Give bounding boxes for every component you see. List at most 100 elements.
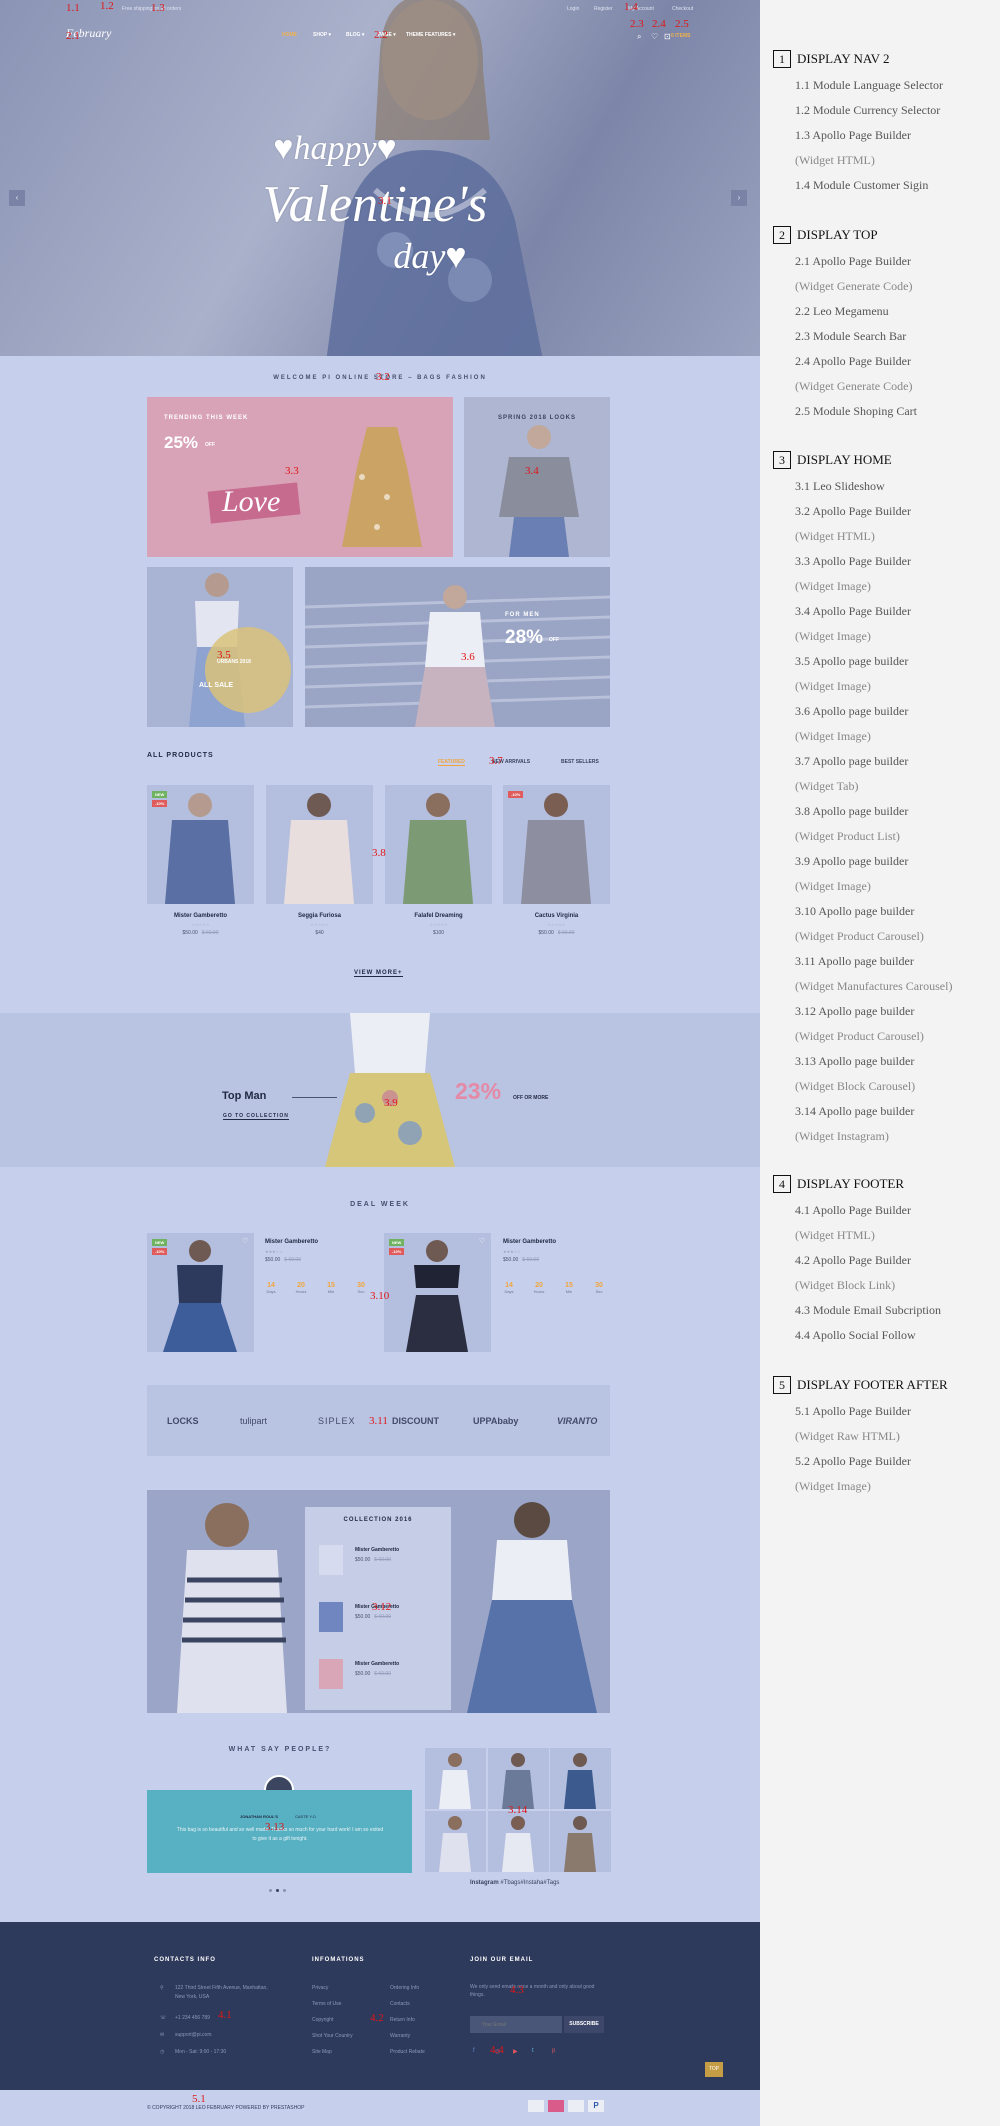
brand-logo[interactable]: LOCKS [167, 1416, 199, 1426]
annotation-label: 3.9 [384, 1097, 398, 1109]
footer-link[interactable]: Terms of Use [312, 2001, 341, 2007]
legend-item: 3.13 Apollo page builder [795, 1054, 915, 1068]
nav-blog[interactable]: BLOG ▾ [346, 32, 364, 38]
product-card[interactable]: -10% [503, 785, 610, 904]
cart-icon[interactable]: ⊡ [664, 32, 671, 41]
footer-email[interactable]: support@pi.com [175, 2032, 211, 2038]
legend-item-widget: (Widget Block Carousel) [795, 1079, 916, 1093]
product-name[interactable]: Mister Gamberetto [147, 913, 254, 919]
site-preview: Free shipping on all orders Login Regist… [0, 0, 760, 2126]
testimonial-dots[interactable] [269, 1879, 286, 1897]
instagram-caption[interactable]: Instagram #Tbags#Instaha#Tags [470, 1880, 559, 1886]
instagram-photo[interactable] [550, 1748, 611, 1809]
back-to-top-button[interactable]: TOP [705, 2062, 723, 2077]
banner-urbans[interactable]: URBANS 2018 ALL SALE [147, 567, 293, 727]
top-man-banner[interactable]: Top Man GO TO COLLECTION 23% OFF OR MORE [0, 1013, 760, 1167]
footer-link[interactable]: Contacts [390, 2001, 410, 2007]
search-icon[interactable]: ⌕ [637, 32, 641, 42]
banner-trending-suffix: OFF [205, 442, 215, 448]
checkout-link[interactable]: Checkout [672, 6, 693, 12]
dress-image [342, 427, 422, 547]
login-link[interactable]: Login [567, 6, 579, 12]
footer-link[interactable]: Privacy [312, 1985, 328, 1991]
legend-item: 3.14 Apollo page builder [795, 1104, 915, 1118]
annotation-label: 4.4 [490, 2044, 504, 2056]
deal-product-name[interactable]: Mister Gamberetto [503, 1239, 556, 1245]
brand-logo[interactable]: SIPLEX [318, 1416, 356, 1426]
heart-icon[interactable]: ♡ [651, 32, 658, 41]
legend-item-widget: (Widget Generate Code) [795, 279, 913, 293]
footer-link[interactable]: Warranty [390, 2033, 410, 2039]
slide-prev-button[interactable]: ‹ [9, 190, 25, 206]
collection-item-name[interactable]: Mister Gamberetto [355, 1661, 399, 1667]
legend-section-title: 3 DISPLAY HOME [773, 451, 892, 469]
view-more-link[interactable]: VIEW MORE+ [354, 970, 403, 977]
cart-count[interactable]: 0 ITEMS [671, 33, 690, 39]
pinterest-icon[interactable]: p [552, 2048, 555, 2054]
register-link[interactable]: Register [594, 6, 613, 12]
wishlist-heart-icon[interactable]: ♡ [479, 1237, 485, 1245]
footer-link[interactable]: Return Info [390, 2017, 415, 2023]
footer-link[interactable]: Shot Your Country [312, 2033, 353, 2039]
product-card[interactable] [266, 785, 373, 904]
deal-product-image[interactable]: NEW -10% ♡ [147, 1233, 254, 1352]
module-legend: 1 DISPLAY NAV 2 1.1 Module Language Select… [760, 0, 1000, 2126]
payment-card-icon [548, 2100, 564, 2112]
brand-logo[interactable]: VIRANTO [557, 1416, 597, 1426]
banner-spring[interactable]: SPRING 2018 LOOKS [464, 397, 610, 557]
legend-item: 2.5 Module Shoping Cart [795, 404, 917, 418]
nav-home[interactable]: HOME [282, 32, 297, 38]
collection-item[interactable]: Mister Gamberetto $50.00 $ 60.00 [305, 1533, 451, 1583]
footer-link[interactable]: Product Rebate [390, 2049, 425, 2055]
product-card[interactable] [385, 785, 492, 904]
collection-title: COLLECTION 2016 [343, 1517, 413, 1523]
instagram-photo[interactable] [488, 1811, 549, 1872]
footer-phone: +1 234 456 789 [175, 2015, 210, 2021]
legend-item-widget: (Widget Image) [795, 679, 871, 693]
banner-men[interactable]: FOR MEN 28% OFF [305, 567, 610, 727]
badge-new: NEW [389, 1239, 405, 1246]
instagram-photo[interactable] [425, 1811, 486, 1872]
twitter-icon[interactable]: t [532, 2048, 534, 2054]
instagram-photo[interactable] [425, 1748, 486, 1809]
annotation-label: 4.1 [218, 2009, 232, 2021]
nav-shop[interactable]: SHOP ▾ [313, 32, 331, 38]
legend-item: 3.9 Apollo page builder [795, 854, 909, 868]
product-name[interactable]: Cactus Virginia [503, 913, 610, 919]
deal-product-image[interactable]: NEW -10% ♡ [384, 1233, 491, 1352]
collection-item-name[interactable]: Mister Gamberetto [355, 1547, 399, 1553]
collection-item[interactable]: Mister Gamberetto $50.00 $ 60.00 [305, 1647, 451, 1697]
brand-logo[interactable]: tulipart [240, 1416, 267, 1426]
product-name[interactable]: Falafel Dreaming [385, 913, 492, 919]
facebook-icon[interactable]: f [473, 2048, 475, 2054]
nav-theme-features[interactable]: THEME FEATURES ▾ [406, 32, 455, 38]
subscribe-button[interactable]: SUBSCRIBE [564, 2016, 604, 2033]
product-name[interactable]: Seggia Furiosa [266, 913, 373, 919]
instagram-photo[interactable] [488, 1748, 549, 1809]
wishlist-heart-icon[interactable]: ♡ [242, 1237, 248, 1245]
brand-logo[interactable]: UPPAbaby [473, 1416, 518, 1426]
product-card[interactable]: NEW -10% [147, 785, 254, 904]
go-to-collection-link[interactable]: GO TO COLLECTION [223, 1113, 289, 1120]
join-email-text: We only send emails once a month and onl… [470, 1984, 595, 1998]
slide-dots[interactable] [366, 347, 387, 356]
banner-men-discount: 28% [505, 627, 544, 648]
tab-featured[interactable]: FEATURED [438, 759, 465, 766]
tab-best-sellers[interactable]: BEST SELLERS [561, 759, 599, 765]
phone-icon: ☏ [160, 2015, 167, 2021]
footer-link[interactable]: Site Map [312, 2049, 332, 2055]
top-man-title: Top Man [222, 1090, 267, 1102]
banner-trending[interactable]: TRENDING THIS WEEK 25% OFF Love [147, 397, 453, 557]
slide-next-button[interactable]: › [731, 190, 747, 206]
collection-item[interactable]: Mister Gamberetto $50.00 $ 60.00 [305, 1590, 451, 1640]
youtube-icon[interactable]: ▶ [513, 2048, 518, 2055]
legend-section-title: 1 DISPLAY NAV 2 [773, 50, 889, 68]
product-stars: ☆☆☆☆☆ [429, 922, 448, 927]
footer-link[interactable]: Copyright [312, 2017, 333, 2023]
newsletter-email-input[interactable] [470, 2016, 562, 2033]
collection-item-image [319, 1545, 343, 1575]
footer-link[interactable]: Ordering Info [390, 1985, 419, 1991]
deal-product-name[interactable]: Mister Gamberetto [265, 1239, 318, 1245]
instagram-photo[interactable] [550, 1811, 611, 1872]
brand-logo[interactable]: DISCOUNT [392, 1416, 439, 1426]
